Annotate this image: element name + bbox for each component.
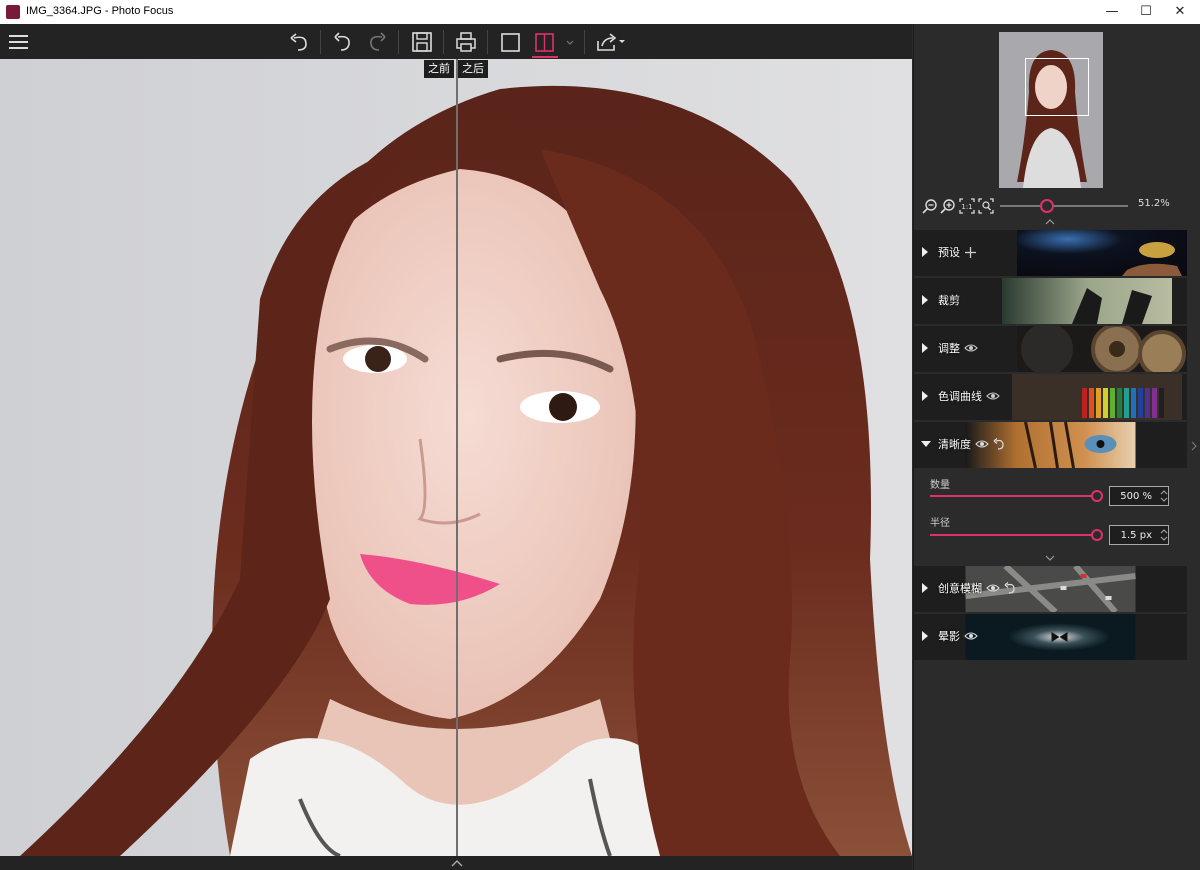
section-presets[interactable]: 预设 [914,230,1187,276]
toolbar-divider [443,30,444,54]
expand-arrow-icon [922,247,928,257]
visibility-eye-icon[interactable] [964,341,978,355]
filmstrip-toggle-bar[interactable] [0,856,912,870]
section-label: 裁剪 [938,294,960,307]
close-button[interactable]: ✕ [1160,0,1200,24]
toolbar-divider [487,30,488,54]
amount-label: 数量 [930,480,950,491]
actual-size-icon[interactable]: 1:1 [959,198,975,214]
window-title: IMG_3364.JPG - Photo Focus [26,5,174,17]
visibility-eye-icon[interactable] [975,437,989,451]
zoom-in-icon[interactable] [940,198,956,214]
section-clarity[interactable]: 清晰度 [914,422,1187,468]
radius-slider-handle[interactable] [1091,529,1103,541]
split-divider[interactable] [456,59,458,856]
section-vignette[interactable]: 晕影 [914,614,1187,660]
reset-icon[interactable] [1003,581,1017,595]
section-creative-blur[interactable]: 创意模糊 [914,566,1187,612]
section-label: 调整 [938,342,960,355]
adjust-banner-image [1017,326,1187,372]
expand-arrow-icon [922,631,928,641]
section-label: 晕影 [938,630,960,643]
radius-slider[interactable] [930,534,1097,536]
navigator-thumbnail[interactable] [999,32,1103,188]
expand-arrow-icon [922,391,928,401]
section-tone-curve[interactable]: 色调曲线 [914,374,1187,420]
amount-slider[interactable] [930,495,1097,497]
collapse-navigator-icon[interactable] [1044,218,1056,226]
fit-screen-icon[interactable] [978,198,994,214]
section-adjust[interactable]: 调整 [914,326,1187,372]
title-bar: IMG_3364.JPG - Photo Focus — ☐ ✕ [0,0,1200,24]
undo-icon[interactable] [330,29,356,55]
section-label: 创意模糊 [938,582,982,595]
zoom-out-icon[interactable] [922,198,938,214]
toolbar [0,24,912,59]
amount-stepper-icon[interactable] [1160,489,1168,503]
print-icon[interactable] [453,29,479,55]
section-crop[interactable]: 裁剪 [914,278,1187,324]
section-label: 预设 [938,246,960,259]
zoom-slider-handle[interactable] [1040,199,1054,213]
toolbar-divider [584,30,585,54]
panel-scrollbar[interactable] [1187,230,1200,870]
chevron-down-icon[interactable] [1044,554,1056,562]
amount-slider-handle[interactable] [1091,490,1103,502]
zoom-slider[interactable] [1000,205,1128,207]
expand-arrow-icon [922,295,928,305]
share-icon[interactable] [594,29,628,55]
visibility-eye-icon[interactable] [964,629,978,643]
presets-banner-image [1017,230,1187,276]
after-label: 之后 [458,60,488,78]
zoom-value: 51.2% [1138,198,1170,209]
tone-curve-banner-image [1012,374,1182,420]
expand-arrow-icon [922,343,928,353]
split-view-icon[interactable] [532,29,558,58]
navigator-viewport[interactable] [1025,58,1089,116]
adjustments-panel: 1:1 51.2% 预设 裁剪 调整 色调曲线 清晰度 数量 500 % 半径 … [913,24,1200,870]
view-dropdown-icon[interactable] [563,29,577,55]
single-view-icon[interactable] [498,29,524,55]
visibility-eye-icon[interactable] [986,389,1000,403]
chevron-up-icon[interactable] [450,858,464,868]
chevron-right-icon[interactable] [1190,440,1198,452]
collapse-arrow-icon [921,441,931,447]
revert-icon[interactable] [286,29,312,55]
toolbar-divider [320,30,321,54]
radius-label: 半径 [930,518,950,529]
section-label: 清晰度 [938,438,971,451]
section-label: 色调曲线 [938,390,982,403]
reset-icon[interactable] [992,437,1006,451]
radius-stepper-icon[interactable] [1160,528,1168,542]
crop-banner-image [1002,278,1172,324]
before-label: 之前 [424,60,454,78]
svg-text:1:1: 1:1 [961,203,972,211]
menu-icon[interactable] [6,29,32,55]
add-preset-icon[interactable] [964,246,977,259]
expand-arrow-icon [922,583,928,593]
redo-icon[interactable] [364,29,390,55]
visibility-eye-icon[interactable] [986,581,1000,595]
app-icon [6,5,20,19]
save-icon[interactable] [409,29,435,55]
toolbar-divider [398,30,399,54]
